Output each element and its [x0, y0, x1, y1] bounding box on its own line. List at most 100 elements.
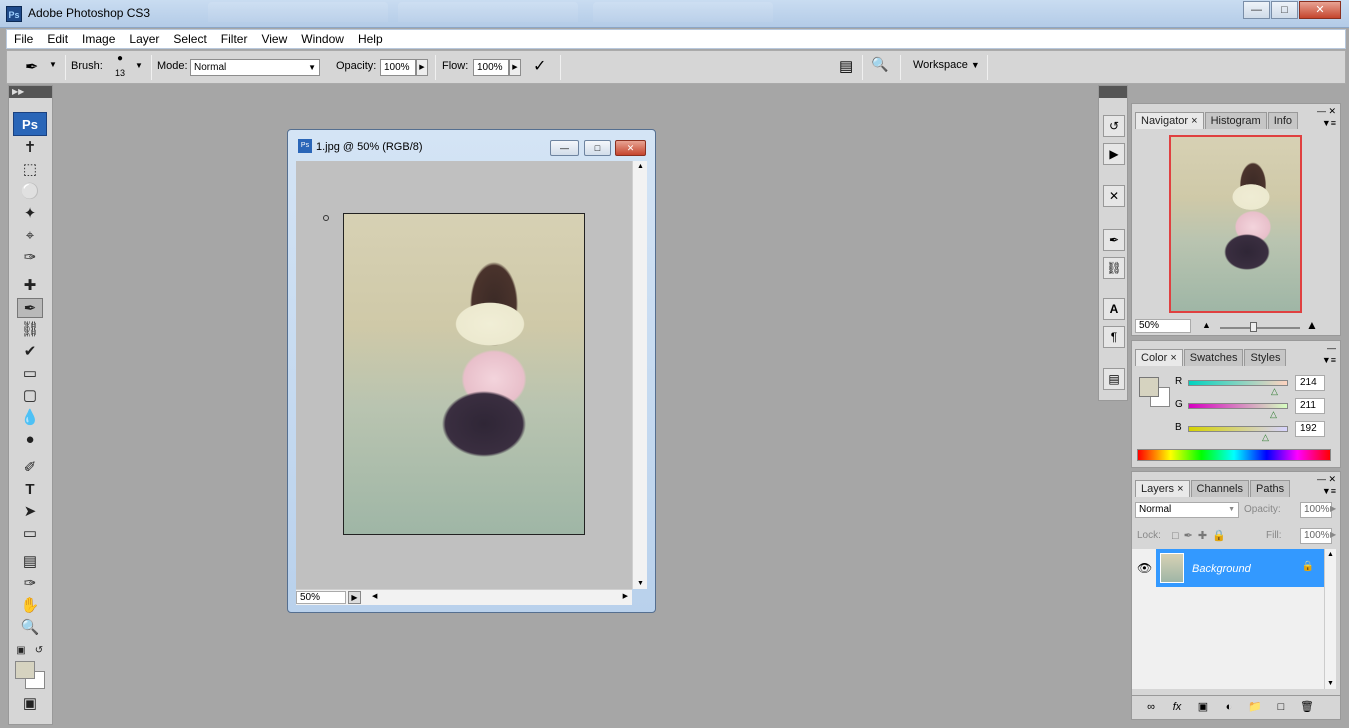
fill-input[interactable]: 100%: [1300, 528, 1332, 544]
layer-style-icon[interactable]: fx: [1164, 701, 1190, 713]
panel-menu-icon[interactable]: ▼≡: [1322, 486, 1336, 496]
workspace-button[interactable]: Workspace ▼: [913, 59, 980, 71]
history-panel-icon[interactable]: ↺: [1103, 115, 1125, 137]
pen-tool-icon[interactable]: ✐: [17, 458, 43, 478]
panel-collapse-icon[interactable]: — ✕: [1317, 106, 1336, 117]
menu-filter[interactable]: Filter: [214, 32, 255, 46]
slice-tool-icon[interactable]: ✑: [17, 248, 43, 268]
tab-channels[interactable]: Channels: [1190, 480, 1249, 497]
tab-info[interactable]: Info: [1267, 112, 1299, 129]
menu-file[interactable]: File: [7, 32, 40, 46]
r-slider-knob[interactable]: △: [1271, 386, 1278, 397]
dodge-tool-icon[interactable]: ●: [17, 430, 43, 450]
opacity-input[interactable]: 100%: [380, 59, 416, 76]
tab-layers[interactable]: Layers ×: [1135, 480, 1190, 497]
layer-row-background[interactable]: Background 🔒: [1156, 549, 1324, 587]
add-mask-icon[interactable]: ▣: [1190, 700, 1216, 713]
layer-comps-icon[interactable]: ▤: [1103, 368, 1125, 390]
menu-help[interactable]: Help: [351, 32, 390, 46]
lasso-tool-icon[interactable]: ⚪: [17, 182, 43, 202]
blend-mode-select[interactable]: Normal ▼: [1135, 502, 1239, 518]
default-colors-icon[interactable]: ▣: [13, 641, 29, 661]
hand-tool-icon[interactable]: ✋: [17, 596, 43, 616]
zoom-tool-icon[interactable]: 🔍: [17, 618, 43, 638]
eraser-tool-icon[interactable]: ▭: [17, 364, 43, 384]
foreground-color-swatch[interactable]: [15, 661, 35, 679]
blur-tool-icon[interactable]: 💧: [17, 408, 43, 428]
marquee-tool-icon[interactable]: ⬚: [17, 160, 43, 180]
lock-icons[interactable]: □✒✚🔒: [1172, 529, 1231, 542]
mode-select[interactable]: Normal ▼: [190, 59, 320, 76]
move-tool-icon[interactable]: ✝: [17, 138, 43, 158]
canvas-area[interactable]: [296, 161, 632, 589]
menu-view[interactable]: View: [254, 32, 294, 46]
minimize-button[interactable]: —: [1243, 1, 1270, 19]
healing-brush-tool-icon[interactable]: ✚: [17, 276, 43, 296]
clone-source-icon[interactable]: ⛓: [1103, 257, 1125, 279]
document-maximize-button[interactable]: □: [584, 140, 611, 156]
zoom-in-icon[interactable]: ▲: [1306, 318, 1318, 332]
navigator-slider-knob[interactable]: [1250, 322, 1257, 332]
b-value-input[interactable]: 192: [1295, 421, 1325, 437]
color-foreground-swatch[interactable]: [1139, 377, 1159, 397]
brushes-panel-icon[interactable]: ✒: [1103, 229, 1125, 251]
shape-tool-icon[interactable]: ▭: [17, 524, 43, 544]
gradient-tool-icon[interactable]: ▢: [17, 386, 43, 406]
menu-window[interactable]: Window: [294, 32, 351, 46]
tool-presets-icon[interactable]: ✕: [1103, 185, 1125, 207]
panel-menu-icon[interactable]: ▼≡: [1322, 355, 1336, 365]
palette-well-icon[interactable]: ▤: [839, 57, 853, 75]
menu-layer[interactable]: Layer: [122, 32, 166, 46]
photoshop-logo[interactable]: Ps: [13, 112, 47, 136]
brush-tool-icon[interactable]: ✒: [17, 298, 43, 318]
preset-dropdown-arrow[interactable]: ▼: [49, 60, 57, 69]
document-minimize-button[interactable]: —: [550, 140, 579, 156]
flow-slider-arrow[interactable]: ▶: [509, 59, 521, 76]
g-slider-knob[interactable]: △: [1270, 409, 1277, 420]
link-layers-icon[interactable]: ∞: [1138, 701, 1164, 713]
b-slider-knob[interactable]: △: [1262, 432, 1269, 443]
visibility-eye-icon[interactable]: 👁: [1137, 561, 1152, 575]
tab-navigator[interactable]: Navigator ×: [1135, 112, 1204, 129]
clone-stamp-tool-icon[interactable]: ⛓: [17, 320, 43, 340]
tools-panel-header[interactable]: ▶▶: [9, 86, 52, 98]
quick-mask-icon[interactable]: ▣: [17, 694, 43, 714]
scroll-left-icon[interactable]: ◀: [372, 592, 377, 600]
close-button[interactable]: ✕: [1299, 1, 1341, 19]
scroll-up-icon[interactable]: ▲: [1327, 551, 1334, 558]
new-group-icon[interactable]: 📁: [1242, 700, 1268, 713]
flow-input[interactable]: 100%: [473, 59, 509, 76]
type-tool-icon[interactable]: T: [17, 480, 43, 500]
character-panel-icon[interactable]: A: [1103, 298, 1125, 320]
brush-picker-arrow[interactable]: ▼: [135, 61, 143, 70]
navigator-thumbnail[interactable]: [1169, 135, 1302, 313]
notes-tool-icon[interactable]: ▤: [17, 552, 43, 572]
menu-select[interactable]: Select: [166, 32, 213, 46]
crop-tool-icon[interactable]: ⌖: [17, 226, 43, 246]
g-value-input[interactable]: 211: [1295, 398, 1325, 414]
brush-tool-preset-icon[interactable]: ✒: [25, 57, 38, 77]
tab-histogram[interactable]: Histogram: [1204, 112, 1267, 129]
navigator-zoom-field[interactable]: 50%: [1135, 319, 1191, 333]
scroll-right-icon[interactable]: ▶: [623, 592, 628, 600]
magic-wand-tool-icon[interactable]: ✦: [17, 204, 43, 224]
airbrush-toggle-icon[interactable]: ✓: [533, 56, 546, 76]
tab-paths[interactable]: Paths: [1250, 480, 1291, 497]
canvas-photo[interactable]: [343, 213, 585, 535]
fill-arrow[interactable]: ▶: [1330, 530, 1336, 539]
path-selection-tool-icon[interactable]: ➤: [17, 502, 43, 522]
zoom-out-icon[interactable]: ▲: [1202, 320, 1211, 330]
eyedropper-tool-icon[interactable]: ✑: [17, 574, 43, 594]
document-close-button[interactable]: ✕: [615, 140, 646, 156]
delete-layer-icon[interactable]: 🗑: [1294, 700, 1320, 713]
panel-collapse-icon[interactable]: — ✕: [1317, 474, 1336, 485]
tab-swatches[interactable]: Swatches: [1183, 349, 1244, 366]
layer-opacity-input[interactable]: 100%: [1300, 502, 1332, 518]
bridge-search-icon[interactable]: 🔍: [871, 56, 888, 73]
paragraph-panel-icon[interactable]: ¶: [1103, 326, 1125, 348]
r-value-input[interactable]: 214: [1295, 375, 1325, 391]
new-layer-icon[interactable]: □: [1268, 701, 1294, 713]
navigator-zoom-slider[interactable]: [1220, 327, 1300, 329]
brush-dot-icon[interactable]: ●: [117, 53, 123, 64]
opacity-slider-arrow[interactable]: ▶: [416, 59, 428, 76]
